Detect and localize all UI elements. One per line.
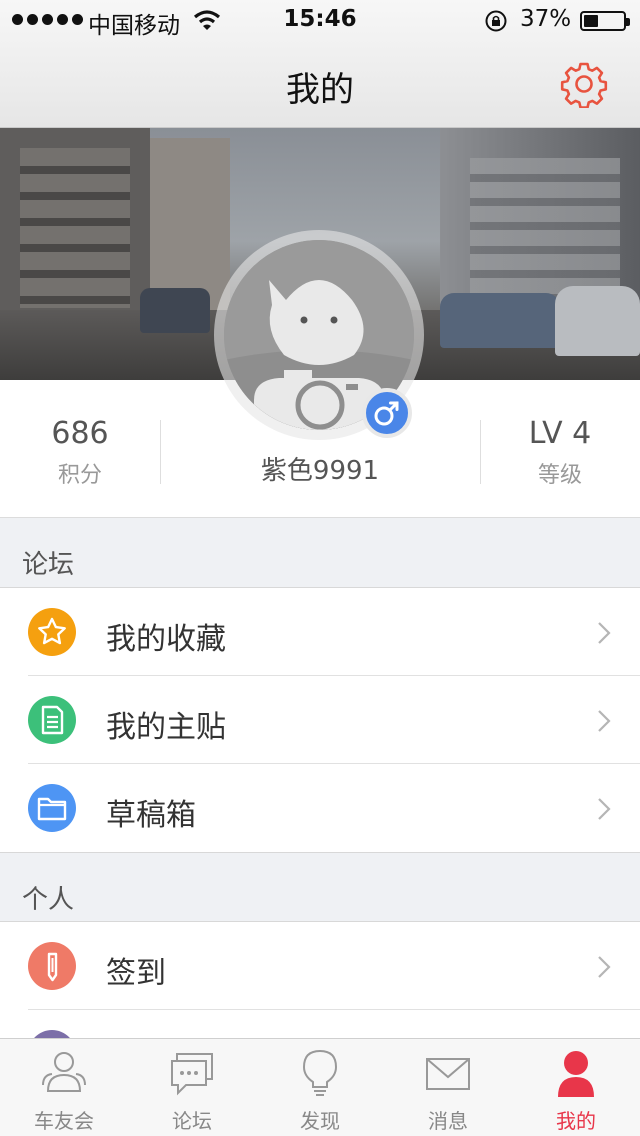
level-value: LV 4 — [528, 416, 592, 451]
top-bar: 中国移动 15:46 37% 我的 — [0, 0, 640, 128]
gear-icon[interactable] — [560, 60, 608, 108]
section-title: 个人 — [22, 885, 75, 915]
level-label: 等级 — [537, 463, 582, 488]
chevron-right-icon — [598, 956, 611, 978]
person-icon — [558, 1051, 594, 1097]
tab-me[interactable]: 我的 — [512, 1039, 640, 1136]
points-value: 686 — [51, 416, 109, 451]
male-icon — [362, 388, 412, 438]
chevron-right-icon — [598, 798, 611, 820]
tab-forum[interactable]: 论坛 — [128, 1039, 256, 1136]
tab-label: 车友会 — [34, 1109, 94, 1133]
list-item-label: 草稿箱 — [106, 798, 196, 833]
level-stat[interactable]: LV 4 等级 — [480, 416, 640, 489]
list-item-my-posts[interactable]: 我的主贴 — [0, 676, 640, 764]
chevron-right-icon — [598, 710, 611, 732]
battery-fill — [584, 15, 599, 27]
tab-messages[interactable]: 消息 — [384, 1039, 512, 1136]
tab-car-club[interactable]: 车友会 — [0, 1039, 128, 1136]
section-header-personal: 个人 — [0, 852, 640, 922]
battery-icon — [580, 11, 630, 31]
username: 紫色9991 — [260, 456, 380, 486]
list-item-label: 我的收藏 — [106, 622, 226, 657]
tab-bar: 车友会 论坛 发现 消息 我的 — [0, 1038, 640, 1136]
star-icon — [28, 608, 76, 656]
tab-label: 消息 — [428, 1109, 468, 1133]
section-title: 论坛 — [22, 550, 75, 580]
tab-label: 发现 — [300, 1109, 340, 1133]
document-icon — [28, 696, 76, 744]
group-icon — [42, 1052, 86, 1092]
section-header-forum: 论坛 — [0, 518, 640, 588]
tab-label: 我的 — [556, 1109, 596, 1133]
battery-percentage: 37% — [520, 6, 572, 32]
chevron-right-icon — [598, 622, 611, 644]
page-title: 我的 — [286, 70, 354, 110]
rotation-lock-icon — [485, 10, 507, 32]
list-item-label: 我的主贴 — [106, 710, 226, 745]
points-label: 积分 — [57, 463, 102, 488]
list-item-check-in[interactable]: 签到 — [0, 922, 640, 1010]
list-item-favorites[interactable]: 我的收藏 — [0, 588, 640, 676]
mail-icon — [426, 1058, 470, 1090]
tab-discover[interactable]: 发现 — [256, 1039, 384, 1136]
folder-icon — [28, 784, 76, 832]
chat-icon — [171, 1053, 213, 1096]
pen-icon — [28, 942, 76, 990]
lightbulb-icon — [302, 1049, 338, 1096]
status-bar: 中国移动 15:46 37% — [0, 0, 640, 40]
list-item-label: 签到 — [106, 956, 166, 991]
list-item-drafts[interactable]: 草稿箱 — [0, 764, 640, 852]
tab-label: 论坛 — [172, 1109, 212, 1133]
points-stat[interactable]: 686 积分 — [0, 416, 160, 489]
